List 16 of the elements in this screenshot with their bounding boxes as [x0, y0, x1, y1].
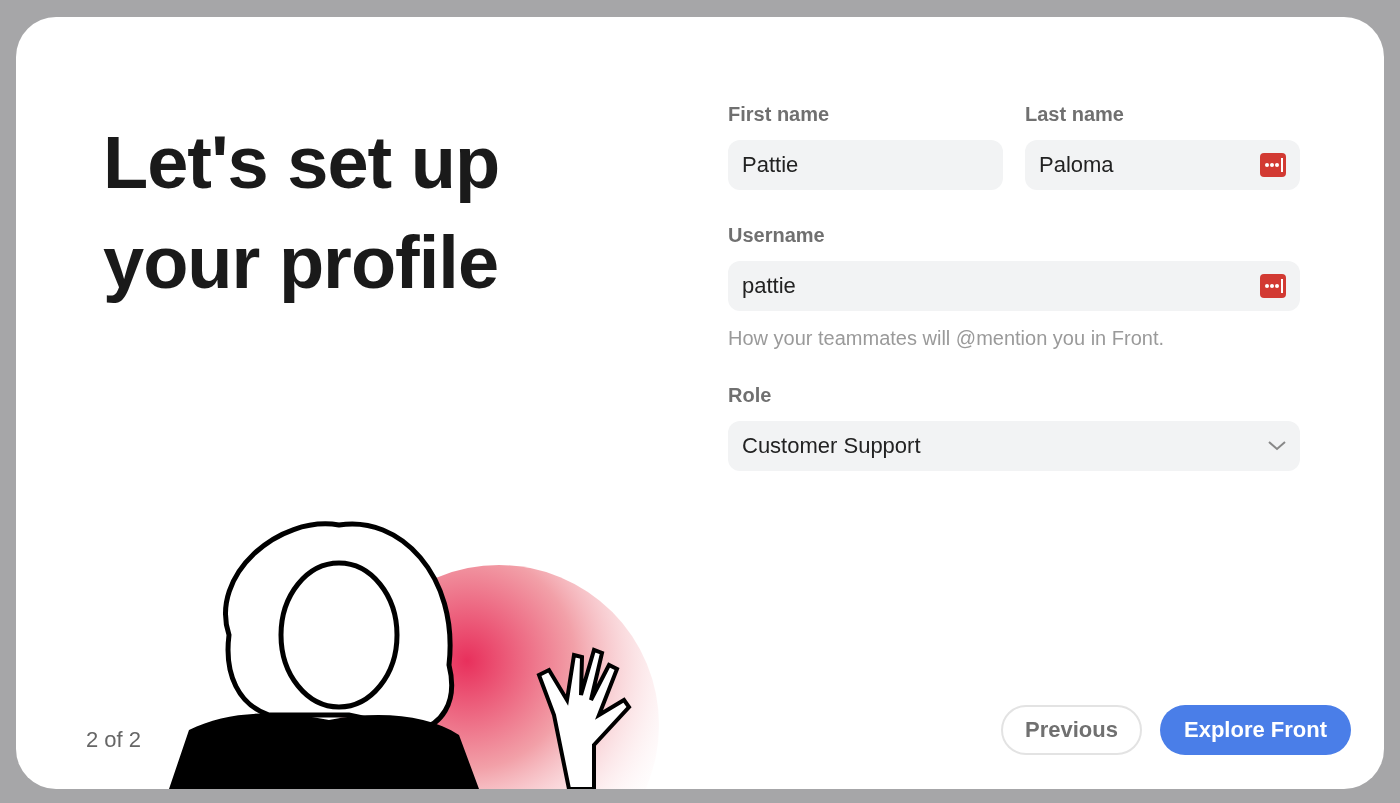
field-label: Role	[728, 384, 773, 407]
field-label: Last name	[1025, 103, 1125, 126]
text-field[interactable]: pattie	[728, 261, 1300, 311]
previous-button[interactable]: Previous	[1001, 705, 1142, 755]
role-dropdown[interactable]: Customer Support	[728, 421, 1300, 471]
text-field[interactable]: Paloma	[1025, 140, 1300, 190]
page-indicator: 2 of 2	[86, 727, 142, 753]
help-text: How your teammates will @mention you in Front.	[728, 327, 1165, 350]
page-title: Let's set up your profile	[103, 120, 501, 306]
password-manager-icon[interactable]	[1260, 153, 1286, 177]
text-field[interactable]: Pattie	[728, 140, 1003, 190]
field-label: Username	[728, 224, 826, 247]
chevron-down-icon	[1268, 441, 1286, 451]
password-manager-icon[interactable]	[1260, 274, 1286, 298]
explore-button[interactable]: Explore Front	[1160, 705, 1351, 755]
field-label: First name	[728, 103, 831, 126]
